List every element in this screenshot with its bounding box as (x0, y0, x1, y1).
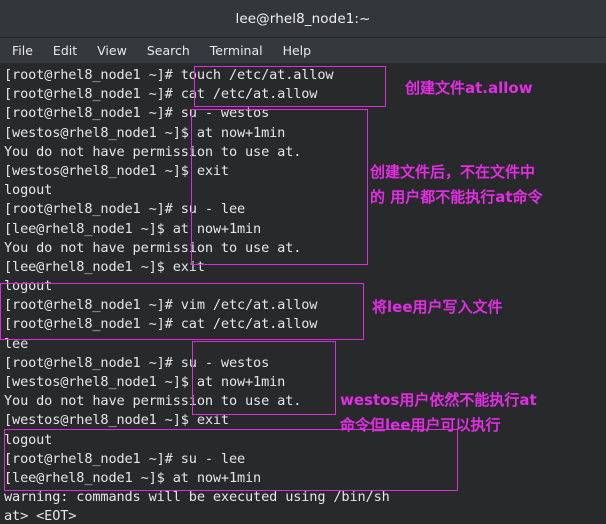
annotation-write-lee: 将lee用户写入文件 (372, 298, 503, 316)
terminal-line: [lee@rhel8_node1 ~]$ at now+1min (4, 469, 262, 486)
terminal-line: [root@rhel8_node1 ~]# su - westos (4, 354, 270, 371)
terminal-output: [root@rhel8_node1 ~]# touch /etc/at.allo… (4, 66, 606, 524)
terminal-line: [westos@rhel8_node1 ~]$ at now+1min (4, 124, 286, 141)
terminal-line: You do not have permission to use at. (4, 239, 302, 256)
terminal-line: lee (4, 335, 29, 352)
terminal-line: [root@rhel8_node1 ~]# cat /etc/at.allow (4, 316, 318, 333)
terminal-line: [westos@rhel8_node1 ~]$ exit (4, 412, 229, 429)
terminal-window: lee@rhel8_node1:~ File Edit View Search … (0, 0, 606, 524)
terminal-line: You do not have permission to use at. (4, 143, 302, 160)
terminal-line: logout (4, 278, 53, 295)
menubar: File Edit View Search Terminal Help (0, 38, 606, 64)
menu-item-search[interactable]: Search (147, 43, 190, 58)
terminal-line: [root@rhel8_node1 ~]# su - westos (4, 105, 270, 122)
terminal-line: [lee@rhel8_node1 ~]$ at now+1min (4, 220, 262, 237)
menu-item-view[interactable]: View (97, 43, 127, 58)
window-title: lee@rhel8_node1:~ (235, 10, 371, 27)
terminal-screen[interactable]: [root@rhel8_node1 ~]# touch /etc/at.allo… (0, 64, 606, 524)
terminal-line: at> <EOT> (4, 508, 77, 524)
annotation-no-permission-line1: 创建文件后，不在文件中 (370, 163, 536, 181)
terminal-line: [root@rhel8_node1 ~]# vim /etc/at.allow (4, 297, 318, 314)
menu-item-terminal[interactable]: Terminal (210, 43, 263, 58)
terminal-line: logout (4, 431, 53, 448)
terminal-line: warning: commands will be executed using… (4, 489, 390, 506)
menu-item-edit[interactable]: Edit (53, 43, 77, 58)
annotation-westos-denied-line1: westos用户依然不能执行at (340, 391, 537, 409)
window-titlebar: lee@rhel8_node1:~ (0, 0, 606, 38)
menu-item-help[interactable]: Help (283, 43, 312, 58)
annotation-create-file: 创建文件at.allow (405, 79, 533, 97)
annotation-westos-denied-line2: 命令但lee用户可以执行 (340, 416, 501, 434)
menu-item-file[interactable]: File (12, 43, 33, 58)
terminal-line: [lee@rhel8_node1 ~]$ exit (4, 258, 205, 275)
terminal-line: [root@rhel8_node1 ~]# su - lee (4, 450, 246, 467)
annotation-no-permission-line2: 的 用户都不能执行at命令 (370, 188, 543, 206)
